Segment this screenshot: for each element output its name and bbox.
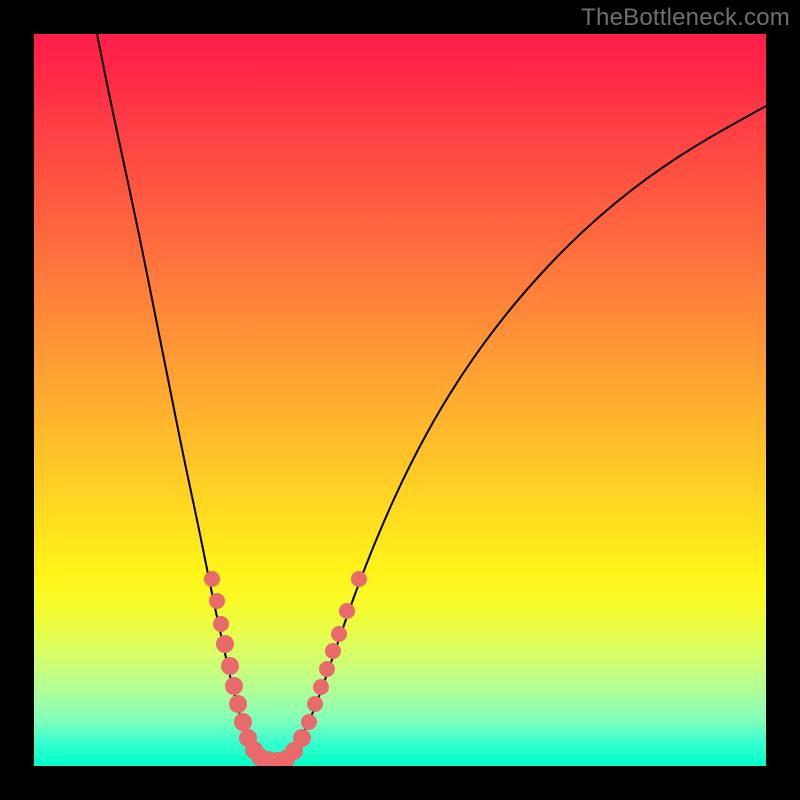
highlight-dot <box>293 729 311 747</box>
highlight-dot <box>209 593 225 609</box>
highlight-dot <box>307 696 323 712</box>
highlight-dot <box>225 677 243 695</box>
highlight-dot <box>325 643 341 659</box>
highlight-dot <box>234 713 252 731</box>
highlight-dot <box>351 571 367 587</box>
highlight-dot <box>204 571 220 587</box>
bottleneck-curve <box>97 34 766 761</box>
highlight-dots <box>204 571 367 766</box>
highlight-dot <box>221 657 239 675</box>
highlight-dot <box>301 714 317 730</box>
chart-frame: TheBottleneck.com <box>0 0 800 800</box>
highlight-dot <box>331 626 347 642</box>
highlight-dot <box>319 661 335 677</box>
highlight-dot <box>229 695 247 713</box>
watermark-text: TheBottleneck.com <box>581 4 790 32</box>
highlight-dot <box>313 679 329 695</box>
highlight-dot <box>216 635 234 653</box>
highlight-dot <box>213 616 229 632</box>
plot-area <box>34 34 766 766</box>
highlight-dot <box>339 603 355 619</box>
curve-layer <box>34 34 766 766</box>
